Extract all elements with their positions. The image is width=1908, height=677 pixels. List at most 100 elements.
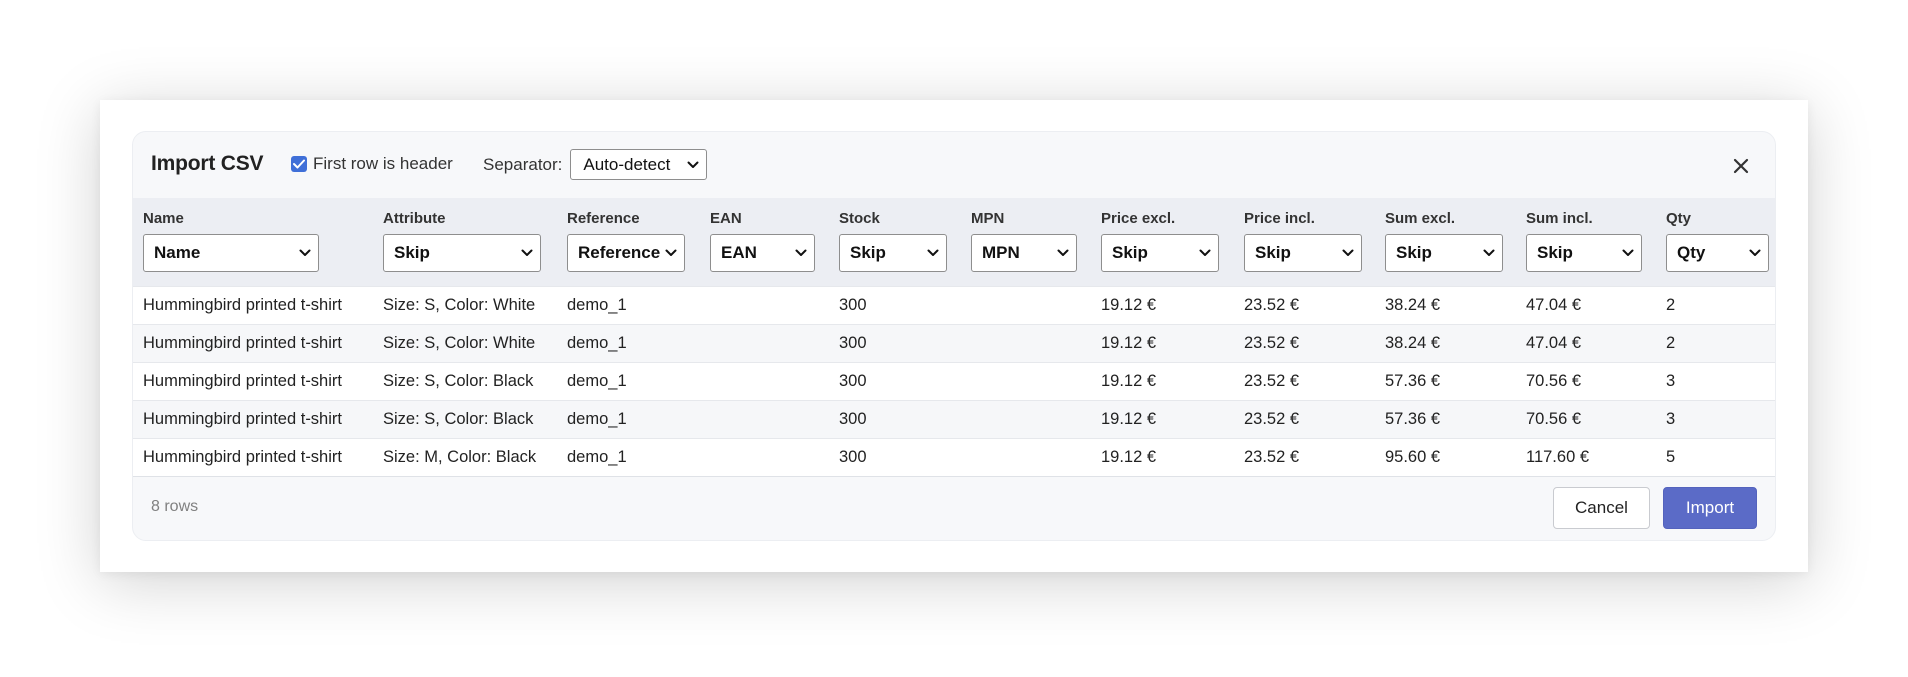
column-label: Price excl.	[1101, 210, 1176, 227]
table-cell: 23.52 €	[1234, 437, 1375, 477]
table-cell	[961, 361, 1091, 400]
table-cell: 300	[829, 437, 961, 477]
column-header: Price excl. Skip	[1091, 198, 1234, 286]
column-mapping-value: Skip	[850, 243, 886, 262]
import-button[interactable]: Import	[1663, 487, 1757, 529]
column-mapping-value: EAN	[721, 243, 757, 262]
table-cell: demo_1	[557, 361, 700, 400]
table-cell: Size: S, Color: Black	[373, 361, 557, 400]
import-csv-dialog: Import CSV First row is header Separator…	[132, 131, 1776, 541]
column-mapping-value: Skip	[1112, 243, 1148, 262]
column-mapping-select[interactable]: EAN	[710, 234, 815, 272]
column-mapping-select[interactable]: Skip	[1101, 234, 1219, 272]
table-cell: 5	[1656, 437, 1775, 477]
separator-label: Separator:	[483, 154, 563, 174]
column-mapping-select[interactable]: Skip	[839, 234, 947, 272]
table-cell: 23.52 €	[1234, 399, 1375, 438]
table-cell	[961, 285, 1091, 324]
column-mapping-select[interactable]: Skip	[1244, 234, 1362, 272]
preview-table-wrap: Name Name Attribute Skip Reference Reference E…	[133, 198, 1775, 477]
column-label: MPN	[971, 210, 1005, 227]
first-row-header-checkbox[interactable]	[291, 156, 307, 172]
column-mapping-value: Reference	[578, 243, 661, 262]
table-cell: 300	[829, 361, 961, 400]
table-cell	[700, 285, 829, 324]
column-mapping-select[interactable]: Skip	[1526, 234, 1642, 272]
table-cell: 38.24 €	[1375, 285, 1516, 324]
preview-table: Name Name Attribute Skip Reference Reference E…	[133, 198, 1775, 477]
table-cell: 19.12 €	[1091, 361, 1234, 400]
separator-select[interactable]: Auto-detect	[570, 149, 708, 180]
table-cell	[700, 361, 829, 400]
table-cell: demo_1	[557, 399, 700, 438]
chevron-down-icon	[521, 249, 533, 256]
table-cell: 19.12 €	[1091, 323, 1234, 362]
modal-card: Import CSV First row is header Separator…	[100, 100, 1808, 572]
column-mapping-value: Skip	[1255, 243, 1291, 262]
table-cell: 23.52 €	[1234, 361, 1375, 400]
column-mapping-select[interactable]: MPN	[971, 234, 1077, 272]
dialog-footer: 8 rows Cancel Import	[133, 474, 1775, 540]
table-cell: 300	[829, 323, 961, 362]
table-cell: 23.52 €	[1234, 285, 1375, 324]
table-cell: 57.36 €	[1375, 399, 1516, 438]
checkmark-icon	[293, 159, 305, 169]
column-mapping-value: Skip	[394, 243, 430, 262]
table-row: Hummingbird printed t-shirt Size: S, Colo…	[133, 361, 1775, 400]
column-label: Attribute	[383, 210, 446, 227]
table-cell	[961, 437, 1091, 477]
column-mapping-select[interactable]: Skip	[1385, 234, 1503, 272]
table-row: Hummingbird printed t-shirt Size: S, Colo…	[133, 399, 1775, 438]
column-mapping-select[interactable]: Reference	[567, 234, 685, 272]
table-cell	[700, 323, 829, 362]
column-mapping-value: Qty	[1677, 243, 1706, 262]
table-cell: 3	[1656, 361, 1775, 400]
table-cell: Hummingbird printed t-shirt	[133, 437, 373, 477]
first-row-header-toggle[interactable]: First row is header	[291, 154, 453, 174]
table-cell: Hummingbird printed t-shirt	[133, 285, 373, 324]
table-body: Hummingbird printed t-shirt Size: S, Colo…	[133, 285, 1775, 477]
table-cell: 38.24 €	[1375, 323, 1516, 362]
separator-value: Auto-detect	[583, 154, 671, 174]
cancel-button[interactable]: Cancel	[1553, 487, 1650, 529]
column-mapping-value: Name	[154, 243, 201, 262]
table-cell: Hummingbird printed t-shirt	[133, 399, 373, 438]
close-button[interactable]	[1731, 156, 1751, 176]
column-header: Sum incl. Skip	[1516, 198, 1656, 286]
table-row: Hummingbird printed t-shirt Size: S, Colo…	[133, 323, 1775, 362]
table-cell: 3	[1656, 399, 1775, 438]
chevron-down-icon	[1622, 249, 1634, 256]
column-label: Sum incl.	[1526, 210, 1593, 227]
dialog-header: Import CSV First row is header Separator…	[133, 132, 1775, 198]
column-label: Name	[143, 210, 184, 227]
chevron-down-icon	[1057, 249, 1069, 256]
table-cell: Size: M, Color: Black	[373, 437, 557, 477]
column-label: Reference	[567, 210, 640, 227]
column-mapping-value: Skip	[1396, 243, 1432, 262]
column-mapping-value: MPN	[982, 243, 1020, 262]
separator-control: Separator: Auto-detect	[483, 149, 708, 180]
column-header: Name Name	[133, 198, 373, 286]
table-cell: 70.56 €	[1516, 361, 1656, 400]
table-cell: 70.56 €	[1516, 399, 1656, 438]
column-mapping-select[interactable]: Qty	[1666, 234, 1769, 272]
chevron-down-icon	[687, 161, 699, 168]
table-cell: 2	[1656, 285, 1775, 324]
table-cell	[961, 399, 1091, 438]
table-cell: 19.12 €	[1091, 285, 1234, 324]
table-cell: Hummingbird printed t-shirt	[133, 361, 373, 400]
chevron-down-icon	[299, 249, 311, 256]
table-cell: Size: S, Color: Black	[373, 399, 557, 438]
column-mapping-select[interactable]: Name	[143, 234, 319, 272]
chevron-down-icon	[1342, 249, 1354, 256]
column-mapping-value: Skip	[1537, 243, 1573, 262]
chevron-down-icon	[1483, 249, 1495, 256]
column-header: Sum excl. Skip	[1375, 198, 1516, 286]
table-cell	[700, 437, 829, 477]
table-cell: 95.60 €	[1375, 437, 1516, 477]
column-mapping-select[interactable]: Skip	[383, 234, 541, 272]
backdrop: Import CSV First row is header Separator…	[0, 0, 1908, 677]
column-label: Stock	[839, 210, 880, 227]
table-cell: Hummingbird printed t-shirt	[133, 323, 373, 362]
column-label: Qty	[1666, 210, 1692, 227]
